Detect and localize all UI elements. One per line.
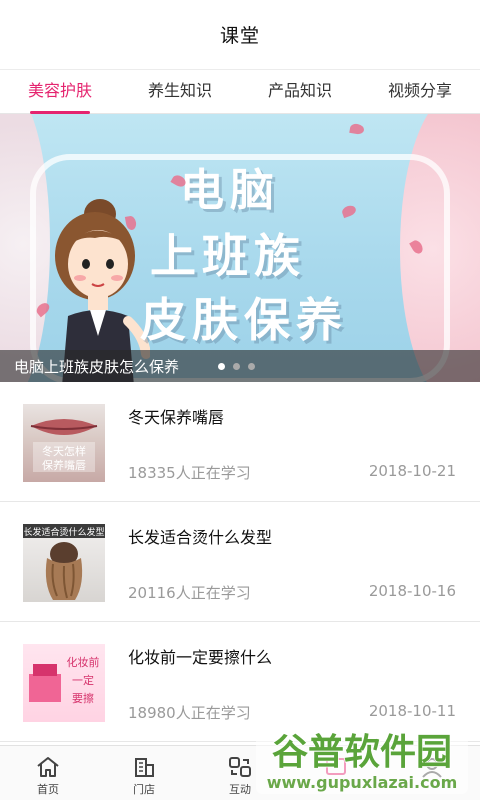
nav-home[interactable]: 首页 [0, 746, 96, 800]
tab-product-knowledge[interactable]: 产品知识 [250, 70, 350, 114]
article-title: 长发适合烫什么发型 [128, 528, 273, 547]
banner-carousel[interactable]: 电脑 上班族 皮肤保养 电脑上班族皮肤怎么保养 [0, 114, 480, 382]
nav-label: 首页 [37, 783, 59, 796]
article-date: 2018-10-21 [368, 462, 456, 480]
banner-caption: 电脑上班族皮肤怎么保养 [14, 357, 180, 376]
carousel-dot-active[interactable] [218, 363, 225, 370]
article-thumbnail: 长发适合烫什么发型 [23, 524, 105, 602]
article-title: 冬天保养嘴唇 [128, 408, 225, 427]
article-thumbnail: 冬天怎样 保养嘴唇 [23, 404, 105, 482]
thumbnail-text: 保养嘴唇 [42, 458, 86, 472]
thumbnail-text: 长发适合烫什么发型 [23, 526, 104, 538]
learner-count: 20116人正在学习 [128, 584, 251, 602]
learner-count: 18335人正在学习 [128, 464, 251, 482]
nav-label: 门店 [133, 783, 155, 796]
watermark-url: www.gupuxlazai.com [267, 773, 458, 792]
article-list: 冬天怎样 保养嘴唇 冬天保养嘴唇 18335人正在学习 2018-10-21 长… [0, 382, 480, 742]
petal-decoration [349, 122, 365, 136]
article-thumbnail: 化妆前 一定 要擦 [23, 644, 105, 722]
interact-icon [229, 757, 251, 777]
thumbnail-text: 冬天怎样 [42, 444, 86, 458]
article-date: 2018-10-16 [368, 582, 456, 600]
carousel-indicator [218, 363, 255, 370]
page-title: 课堂 [219, 25, 260, 47]
thumbnail-text: 一定 [72, 673, 94, 687]
nav-store[interactable]: 门店 [96, 746, 192, 800]
carousel-dot[interactable] [233, 363, 240, 370]
article-title: 化妆前一定要擦什么 [128, 648, 273, 667]
thumbnail-text: 要擦 [72, 691, 94, 705]
tab-beauty-skincare[interactable]: 美容护肤 [10, 70, 110, 114]
tab-label: 视频分享 [387, 81, 452, 100]
banner-headline-line2: 上班族 [150, 229, 306, 283]
watermark-logo: 谷普软件园 www.gupuxlazai.com [252, 712, 472, 798]
watermark-brand: 谷普软件园 [272, 732, 452, 773]
list-item[interactable]: 长发适合烫什么发型 长发适合烫什么发型 20116人正在学习 2018-10-1… [0, 502, 480, 622]
list-item[interactable]: 冬天怎样 保养嘴唇 冬天保养嘴唇 18335人正在学习 2018-10-21 [0, 382, 480, 502]
tab-label: 美容护肤 [27, 81, 92, 100]
title-bar: 课堂 [0, 0, 480, 70]
home-icon [37, 757, 59, 777]
store-icon [135, 758, 154, 777]
learner-count: 18980人正在学习 [128, 704, 251, 722]
banner-headline-line3: 皮肤保养 [140, 293, 348, 347]
thumbnail-text: 化妆前 [67, 655, 100, 669]
carousel-dot[interactable] [248, 363, 255, 370]
banner-headline-line1: 电脑 [180, 165, 280, 216]
tab-video-share[interactable]: 视频分享 [370, 70, 470, 114]
tab-health-knowledge[interactable]: 养生知识 [130, 70, 230, 114]
tab-label: 养生知识 [147, 81, 212, 100]
tab-label: 产品知识 [267, 81, 332, 100]
category-tabs: 美容护肤 养生知识 产品知识 视频分享 [0, 70, 480, 114]
